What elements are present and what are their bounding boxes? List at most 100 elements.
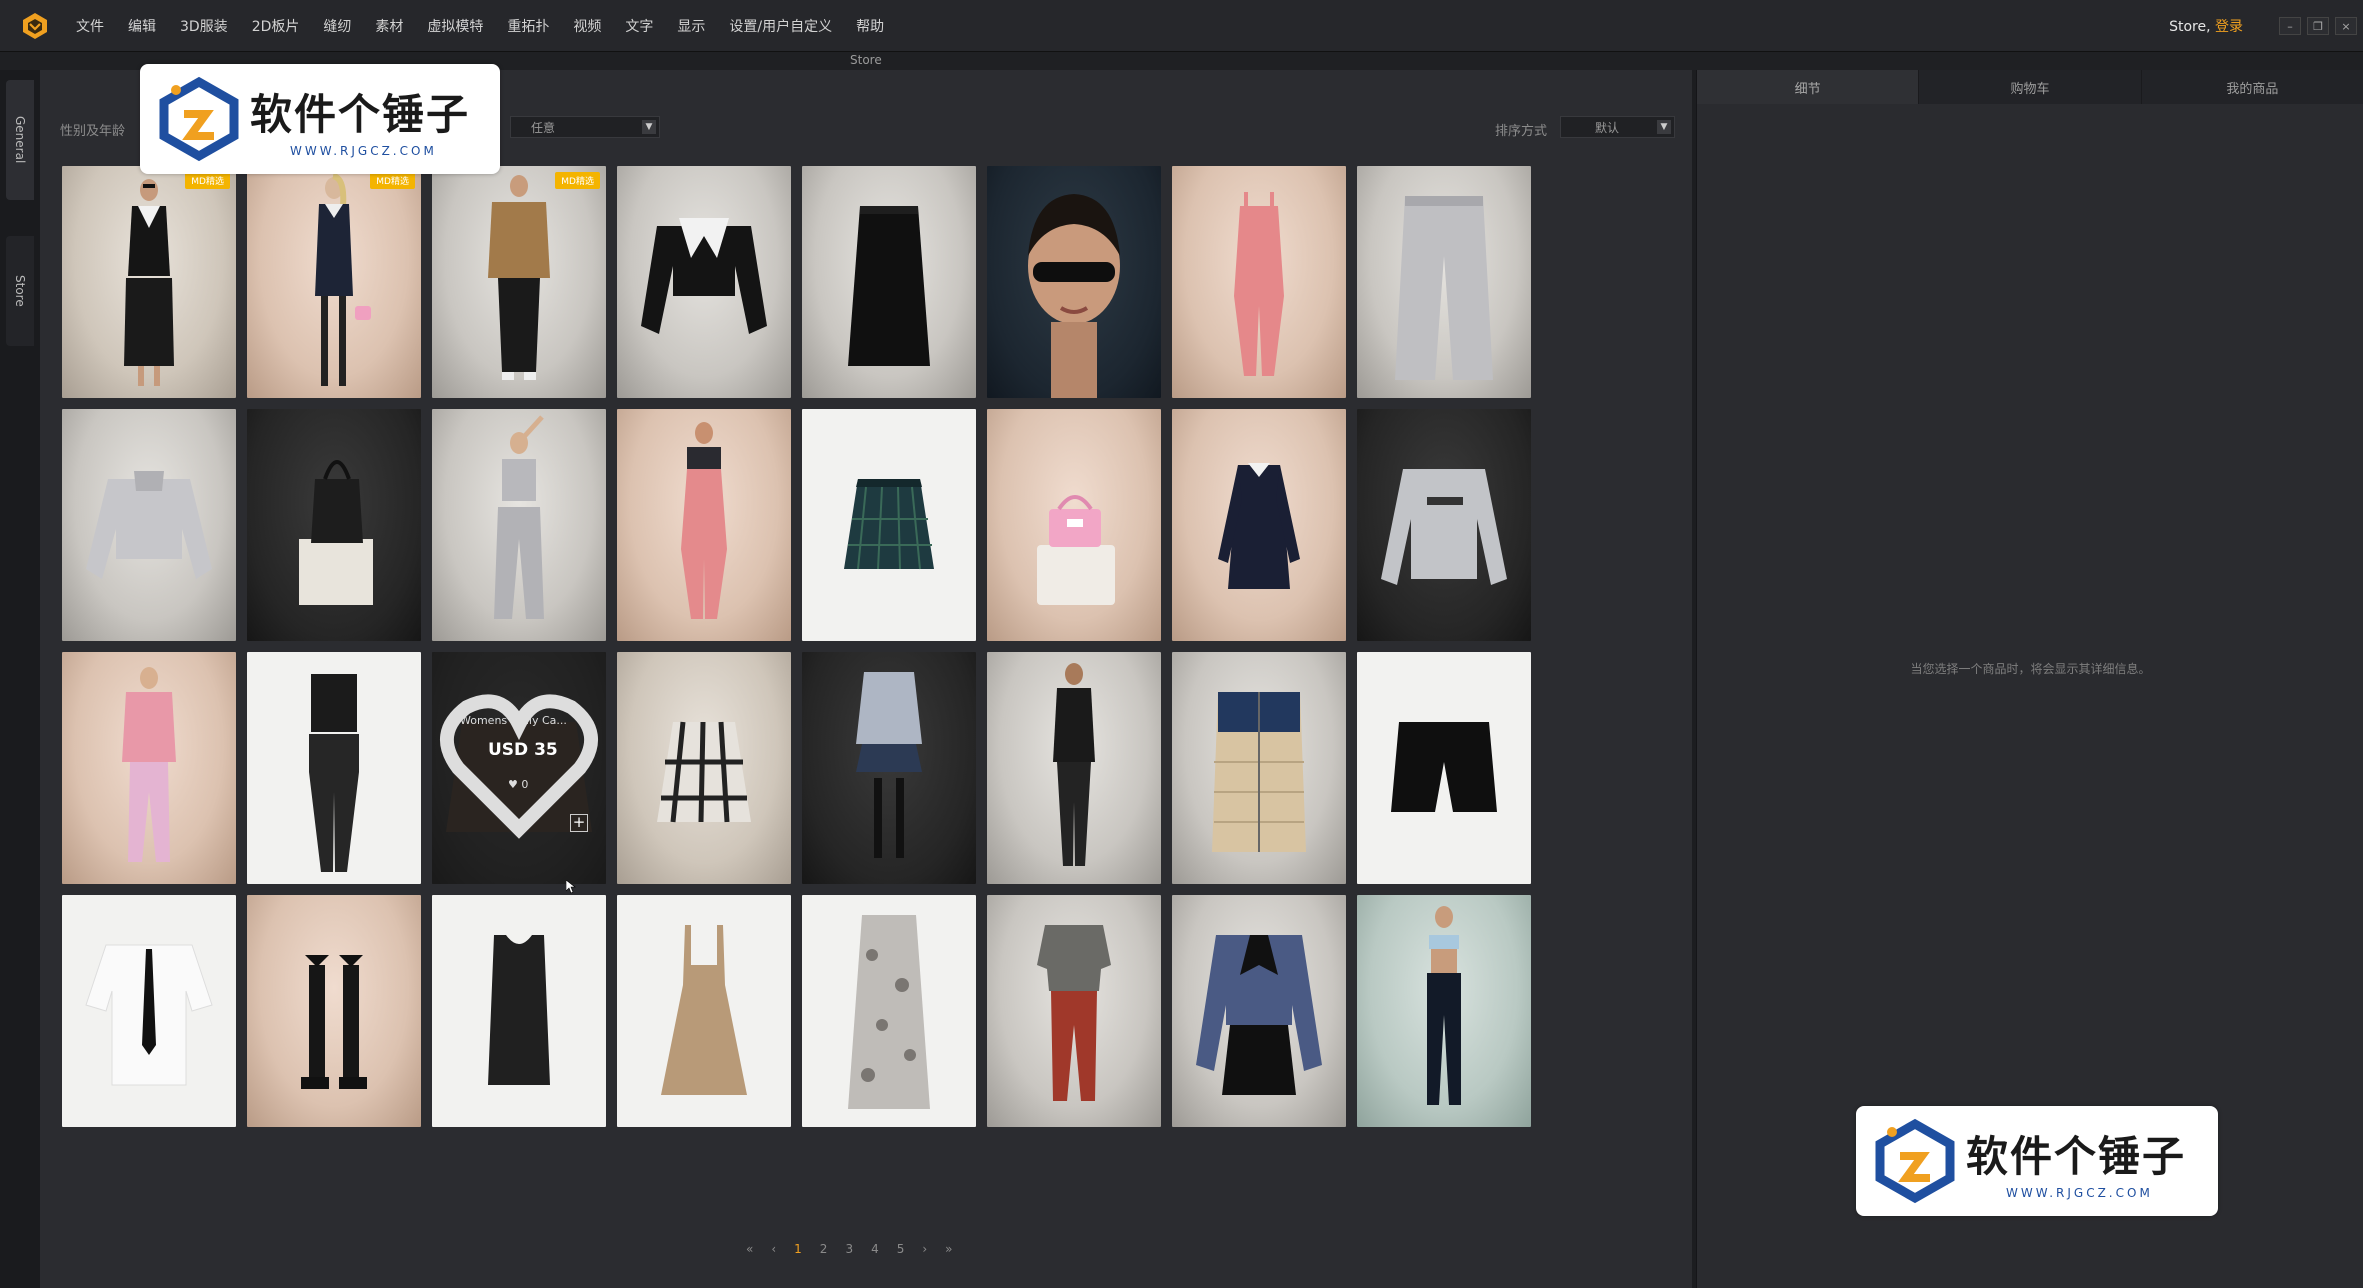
menu-materials[interactable]: 素材 bbox=[375, 16, 403, 36]
product-card[interactable] bbox=[247, 895, 421, 1127]
product-card[interactable] bbox=[1172, 652, 1346, 884]
product-thumbnail bbox=[1053, 663, 1095, 866]
gender-age-select[interactable]: 任意 ▼ bbox=[510, 116, 660, 138]
product-card[interactable] bbox=[1357, 895, 1531, 1127]
product-card[interactable]: MD精选 bbox=[62, 166, 236, 398]
product-thumbnail bbox=[122, 667, 176, 862]
page-2-button[interactable]: 2 bbox=[820, 1242, 828, 1256]
product-thumbnail bbox=[299, 460, 373, 605]
product-thumbnail bbox=[1427, 906, 1461, 1105]
hover-overlay: Womens Daily Ca... USD 35 ♥ 0 + bbox=[432, 652, 606, 884]
close-icon[interactable]: × bbox=[2335, 17, 2357, 35]
menu-file[interactable]: 文件 bbox=[76, 16, 104, 36]
pagination: « ‹ 1 2 3 4 5 › » bbox=[746, 1242, 971, 1256]
product-card[interactable] bbox=[987, 166, 1161, 398]
md-pick-badge: MD精选 bbox=[370, 172, 415, 189]
product-thumbnail bbox=[848, 206, 930, 366]
watermark-bottom: 软件个锤子 WWW.RJGCZ.COM bbox=[1856, 1106, 2218, 1216]
product-thumbnail bbox=[124, 179, 174, 386]
product-grid: MD精选 MD精选 MD精选 Womens Daily Ca... USD 35 ♥ 0 + bbox=[62, 166, 1542, 1127]
product-thumbnail bbox=[848, 915, 930, 1109]
product-thumbnail bbox=[1381, 469, 1507, 585]
watermark-url: WWW.RJGCZ.COM bbox=[2006, 1185, 2153, 1200]
product-card[interactable] bbox=[617, 166, 791, 398]
page-3-button[interactable]: 3 bbox=[845, 1242, 853, 1256]
next-page-button[interactable]: › bbox=[922, 1242, 927, 1256]
product-thumbnail bbox=[315, 173, 371, 386]
product-card[interactable] bbox=[802, 652, 976, 884]
side-tab-store[interactable]: Store bbox=[6, 236, 34, 346]
minimize-icon[interactable]: – bbox=[2279, 17, 2301, 35]
menu-retopology[interactable]: 重拓扑 bbox=[507, 16, 549, 36]
product-card[interactable] bbox=[247, 652, 421, 884]
store-user-status: Store, 登录 bbox=[2169, 16, 2243, 36]
page-1-button[interactable]: 1 bbox=[794, 1242, 802, 1256]
product-card[interactable] bbox=[987, 409, 1161, 641]
gender-age-value: 任意 bbox=[531, 120, 556, 135]
product-card[interactable] bbox=[62, 652, 236, 884]
menu-2d-pattern[interactable]: 2D板片 bbox=[252, 16, 300, 36]
watermark-url: WWW.RJGCZ.COM bbox=[290, 143, 437, 158]
product-card[interactable] bbox=[1172, 895, 1346, 1127]
product-card[interactable] bbox=[62, 895, 236, 1127]
product-thumbnail bbox=[1391, 722, 1497, 812]
menu-3d-garment[interactable]: 3D服装 bbox=[180, 16, 228, 36]
product-card[interactable] bbox=[987, 652, 1161, 884]
page-5-button[interactable]: 5 bbox=[897, 1242, 905, 1256]
restore-icon[interactable]: ❐ bbox=[2307, 17, 2329, 35]
menu-text[interactable]: 文字 bbox=[625, 16, 653, 36]
watermark-title: 软件个锤子 bbox=[1966, 1131, 2187, 1181]
side-tabs: General Store bbox=[0, 70, 40, 1288]
product-card[interactable]: Womens Daily Ca... USD 35 ♥ 0 + bbox=[432, 652, 606, 884]
menu-video[interactable]: 视频 bbox=[573, 16, 601, 36]
product-card[interactable] bbox=[1357, 166, 1531, 398]
product-thumbnail bbox=[844, 479, 934, 570]
gender-age-label: 性别及年龄 bbox=[60, 124, 126, 139]
product-card[interactable]: MD精选 bbox=[247, 166, 421, 398]
mouse-cursor-icon bbox=[566, 880, 576, 894]
sort-label: 排序方式 bbox=[1495, 124, 1548, 139]
product-card[interactable] bbox=[1357, 652, 1531, 884]
product-thumbnail bbox=[1037, 925, 1111, 1101]
product-card[interactable] bbox=[802, 166, 976, 398]
product-card[interactable] bbox=[617, 409, 791, 641]
product-thumbnail bbox=[86, 471, 212, 579]
side-tab-general[interactable]: General bbox=[6, 80, 34, 200]
product-card[interactable] bbox=[62, 409, 236, 641]
menu-edit[interactable]: 编辑 bbox=[128, 16, 156, 36]
product-thumbnail bbox=[661, 925, 747, 1095]
tab-details[interactable]: 细节 bbox=[1697, 70, 1920, 104]
menu-help[interactable]: 帮助 bbox=[856, 16, 884, 36]
side-tab-store-label: Store bbox=[13, 275, 27, 307]
product-thumbnail bbox=[1234, 192, 1284, 376]
login-link[interactable]: 登录 bbox=[2215, 19, 2243, 35]
tab-cart[interactable]: 购物车 bbox=[1919, 70, 2142, 104]
product-thumbnail bbox=[1212, 692, 1306, 852]
prev-page-button[interactable]: ‹ bbox=[771, 1242, 776, 1256]
last-page-button[interactable]: » bbox=[945, 1242, 952, 1256]
product-card[interactable] bbox=[802, 895, 976, 1127]
product-card[interactable] bbox=[617, 652, 791, 884]
heart-icon[interactable] bbox=[432, 652, 606, 884]
product-card[interactable] bbox=[617, 895, 791, 1127]
menu-sewing[interactable]: 缝纫 bbox=[323, 16, 351, 36]
menu-display[interactable]: 显示 bbox=[677, 16, 705, 36]
product-card[interactable] bbox=[802, 409, 976, 641]
product-card[interactable] bbox=[247, 409, 421, 641]
product-card[interactable] bbox=[432, 895, 606, 1127]
product-card[interactable] bbox=[1172, 409, 1346, 641]
page-4-button[interactable]: 4 bbox=[871, 1242, 879, 1256]
product-thumbnail bbox=[856, 672, 922, 858]
sort-select[interactable]: 默认 ▼ bbox=[1560, 116, 1675, 138]
product-thumbnail bbox=[1037, 495, 1115, 605]
product-card[interactable] bbox=[1172, 166, 1346, 398]
menu-avatar[interactable]: 虚拟模特 bbox=[427, 16, 483, 36]
product-card[interactable] bbox=[1357, 409, 1531, 641]
menu-settings[interactable]: 设置/用户自定义 bbox=[729, 16, 832, 36]
product-card[interactable] bbox=[987, 895, 1161, 1127]
product-card[interactable]: MD精选 bbox=[432, 166, 606, 398]
product-card[interactable] bbox=[432, 409, 606, 641]
tab-my-items[interactable]: 我的商品 bbox=[2141, 70, 2363, 104]
first-page-button[interactable]: « bbox=[746, 1242, 753, 1256]
product-thumbnail bbox=[488, 175, 550, 380]
